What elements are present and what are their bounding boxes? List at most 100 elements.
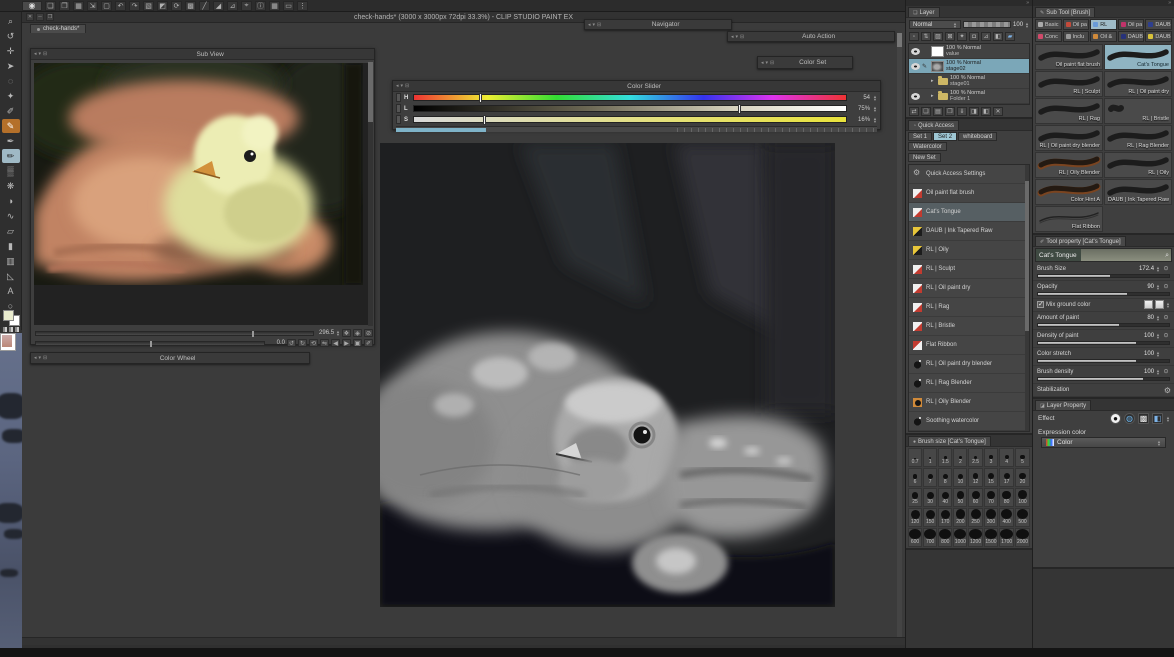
h-slider[interactable] <box>413 94 847 101</box>
fit-to-window-icon[interactable]: ❖ <box>342 329 351 337</box>
invert-selection-icon[interactable]: ◩ <box>157 1 168 11</box>
redo-icon[interactable]: ↷ <box>129 1 140 11</box>
document-tab[interactable]: check-hands* <box>30 24 86 33</box>
liquify-tool[interactable]: ∿ <box>2 209 20 223</box>
effect-none-icon[interactable]: ● <box>1110 413 1121 424</box>
mask-enable-icon[interactable]: ◘ <box>969 32 979 41</box>
open-image-icon[interactable]: ▣ <box>353 339 362 347</box>
eraser-tool[interactable]: ▱ <box>2 224 20 238</box>
sub-tool-group-tab[interactable]: RL <box>1090 19 1117 30</box>
setting-spinner-icon[interactable] <box>1156 315 1160 321</box>
brush-size-cell[interactable]: 500 <box>1015 508 1030 527</box>
s-slider-tab[interactable] <box>396 115 401 124</box>
airbrush-tool[interactable]: ▒ <box>2 164 20 178</box>
layer-row[interactable]: ▸100 % Normalstage01 <box>909 74 1029 89</box>
brush-size-cell[interactable]: 30 <box>923 488 937 507</box>
close-window-icon[interactable]: ✕ <box>26 13 34 21</box>
setting-spinner-icon[interactable] <box>1156 351 1160 357</box>
sub-tool-brush[interactable]: RL | Oily <box>1104 152 1172 178</box>
auto-select-tool[interactable]: ✦ <box>2 89 20 103</box>
fill-tool[interactable]: ▮ <box>2 239 20 253</box>
setting-slider[interactable] <box>1037 292 1170 296</box>
sub-tool-group-tab[interactable]: Oil pa <box>1063 19 1090 30</box>
color-wheel-panel[interactable]: ◂▾⊟ Color Wheel <box>30 352 310 364</box>
color-slider-scroll-thumb[interactable] <box>396 128 486 132</box>
sub-tool-group-tab[interactable]: Oil pa <box>1118 19 1145 30</box>
layer-row[interactable]: ▸100 % NormalFolder 1 <box>909 89 1029 104</box>
tab-layer[interactable]: ❏ Layer <box>908 7 940 17</box>
quick-access-item[interactable]: Flat Ribbon <box>909 336 1029 355</box>
panel-menu-icon[interactable]: ▾ <box>766 60 769 66</box>
sub-tool-brush[interactable]: RL | Rag Blender <box>1104 125 1172 151</box>
brush-size-cell[interactable]: 400 <box>999 508 1014 527</box>
brush-size-cell[interactable]: 700 <box>923 528 937 547</box>
sub-tool-group-tab[interactable]: Inclu <box>1063 31 1090 42</box>
brush-size-cell[interactable]: 100 <box>1015 488 1030 507</box>
brush-size-cell[interactable]: 1500 <box>984 528 999 547</box>
brush-size-cell[interactable]: 1.5 <box>938 448 952 467</box>
navigator-panel[interactable]: ◂▾⊟ Navigator <box>584 19 732 30</box>
color-slider-header[interactable]: ◂▾⊟ Color Slider <box>393 81 880 92</box>
l-slider-tab[interactable] <box>396 104 401 113</box>
sub-tool-brush[interactable]: RL | Rag <box>1035 98 1103 124</box>
sub-view-zoom-slider[interactable] <box>35 331 314 336</box>
sub-tool-group-tab[interactable]: DAUB <box>1118 31 1145 42</box>
brush-size-cell[interactable]: 15 <box>984 468 999 487</box>
zoom-tool[interactable]: ⌕ <box>2 14 20 28</box>
brush-size-cell[interactable]: 1 <box>923 448 937 467</box>
brush-size-cell[interactable]: 1000 <box>953 528 967 547</box>
layer-opacity-slider[interactable] <box>963 21 1011 28</box>
setting-spinner-icon[interactable] <box>1156 284 1160 290</box>
brush-size-cell[interactable]: 3 <box>984 448 999 467</box>
brush-size-cell[interactable]: 2.5 <box>968 448 982 467</box>
rotate-slider-thumb[interactable] <box>150 341 152 347</box>
material-icon[interactable]: ▭ <box>283 1 294 11</box>
panel-minimize-icon[interactable]: ⊟ <box>405 83 409 89</box>
export-icon[interactable]: ▢ <box>101 1 112 11</box>
brush-size-cell[interactable]: 12 <box>968 468 982 487</box>
panel-menu-icon[interactable]: ▾ <box>736 34 739 40</box>
color-set-panel[interactable]: ◂▾⊟ Color Set <box>757 56 853 69</box>
blend-spin-icon[interactable]: ⇅ <box>921 32 931 41</box>
panel-minimize-icon[interactable]: ⊟ <box>740 34 744 40</box>
dynamics-icon[interactable]: ⊙ <box>1162 368 1170 375</box>
sub-tool-group-tab[interactable]: DAUB <box>1145 31 1172 42</box>
h-slider-tab[interactable] <box>396 93 401 102</box>
setting-spinner-icon[interactable] <box>1156 369 1160 375</box>
tool-property-settings-icon[interactable]: ⚙ <box>1164 386 1171 395</box>
layer-visibility-toggle[interactable] <box>911 63 920 70</box>
zoom-slider-thumb[interactable] <box>252 331 254 337</box>
layer-expand-icon[interactable]: ▸ <box>931 93 936 99</box>
panel-minimize-icon[interactable]: ⊟ <box>770 60 774 66</box>
l-slider-spinner-icon[interactable] <box>873 106 877 112</box>
sub-tool-brush[interactable]: Flat Ribbon <box>1035 206 1103 232</box>
text-tool[interactable]: A <box>2 284 20 298</box>
duplicate-layer-icon[interactable]: ❐ <box>945 107 955 116</box>
magnifier-icon[interactable]: ⌕ <box>1165 252 1169 260</box>
dynamics-icon[interactable]: ⊙ <box>1162 283 1170 290</box>
canvas-painting[interactable] <box>380 143 835 607</box>
brush-size-cell[interactable]: 2000 <box>1015 528 1030 547</box>
effect-tone-icon[interactable]: ◍ <box>1124 413 1135 424</box>
rotate-right-icon[interactable]: ↻ <box>298 339 307 347</box>
brush-size-cell[interactable]: 200 <box>953 508 967 527</box>
open-file-icon[interactable]: ❐ <box>59 1 70 11</box>
quick-access-set-tab[interactable]: Set 2 <box>933 132 957 141</box>
pen-tool[interactable]: ✒ <box>2 134 20 148</box>
sub-tool-group-tab[interactable]: Basic <box>1035 19 1062 30</box>
panel-menu-icon[interactable]: ▾ <box>39 51 42 57</box>
deselect-icon[interactable]: ▧ <box>143 1 154 11</box>
panel-dock-icon[interactable]: ◂ <box>34 355 37 361</box>
sub-tool-brush[interactable]: RL | Oily Blender <box>1035 152 1103 178</box>
sub-tool-group-tab[interactable]: DAUB <box>1145 19 1172 30</box>
pin-layer-icon[interactable]: ✦ <box>957 32 967 41</box>
brush-size-cell[interactable]: 80 <box>999 488 1014 507</box>
actual-size-icon[interactable]: ◈ <box>353 329 362 337</box>
panel-menu-icon[interactable]: ▾ <box>593 22 596 28</box>
setting-slider[interactable] <box>1037 359 1170 363</box>
quick-access-set-tab[interactable]: Set 1 <box>908 132 932 141</box>
brush-size-cell[interactable]: 6 <box>908 468 922 487</box>
blend-mode-select[interactable]: Normal <box>909 20 961 29</box>
panel-menu-icon[interactable]: ▾ <box>401 83 404 89</box>
minimize-window-icon[interactable]: ─ <box>36 13 44 21</box>
